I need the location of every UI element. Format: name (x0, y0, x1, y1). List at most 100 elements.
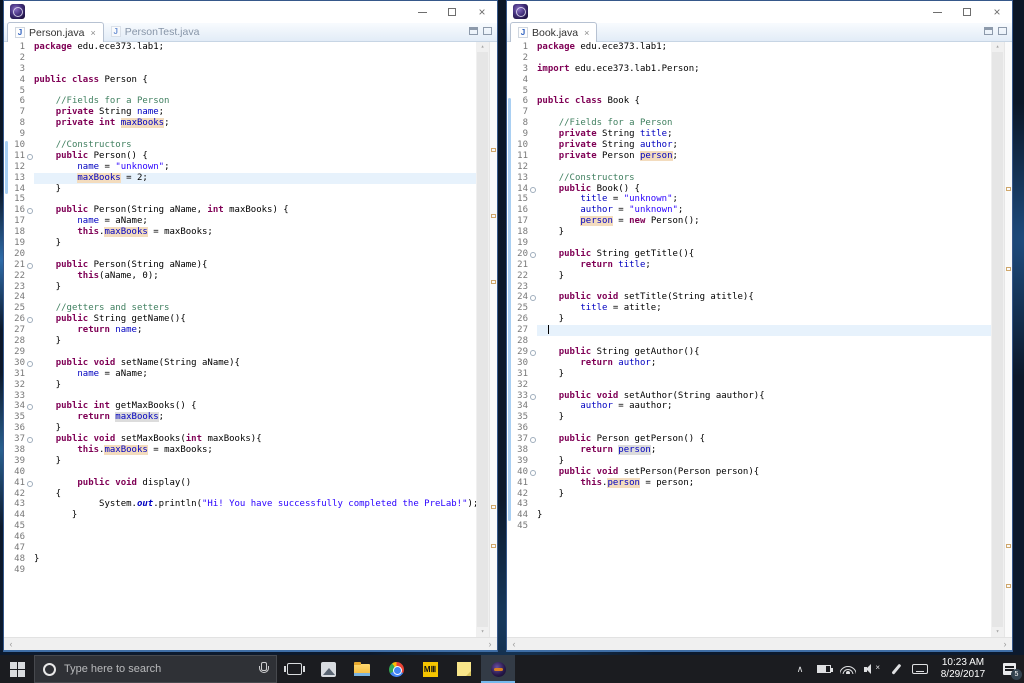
photos-app-button[interactable] (311, 655, 345, 683)
scroll-left-arrow[interactable]: ‹ (5, 638, 17, 651)
occurrence-mark[interactable] (1006, 187, 1011, 191)
matlab-button[interactable]: MⅢ (413, 655, 447, 683)
code-line[interactable]: 42 } (507, 489, 991, 500)
fold-marker-icon[interactable] (25, 314, 34, 325)
code-line[interactable]: 9 private String title; (507, 129, 991, 140)
vertical-scrollbar[interactable]: ▴ ▾ (476, 42, 489, 637)
code-line[interactable]: 28 (507, 336, 991, 347)
code-line[interactable]: 5 (4, 86, 476, 97)
code-line[interactable]: 6 //Fields for a Person (4, 96, 476, 107)
scroll-down-arrow[interactable]: ▾ (476, 627, 489, 637)
code-line[interactable]: 43 System.out.println("Hi! You have succ… (4, 499, 476, 510)
code-line[interactable]: 23 } (4, 282, 476, 293)
code-line[interactable]: 5 (507, 86, 991, 97)
titlebar[interactable]: × (4, 1, 497, 23)
code-line[interactable]: 39 } (4, 456, 476, 467)
chrome-button[interactable] (379, 655, 413, 683)
action-center-button[interactable]: 5 (994, 655, 1024, 683)
code-line[interactable]: 12 name = "unknown"; (4, 162, 476, 173)
close-button[interactable]: × (467, 1, 497, 23)
code-line[interactable]: 18 this.maxBooks = maxBooks; (4, 227, 476, 238)
minimize-button[interactable] (407, 1, 437, 23)
task-view-button[interactable] (277, 655, 311, 683)
code-line[interactable]: 34 public int getMaxBooks() { (4, 401, 476, 412)
code-line[interactable]: 44 } (4, 510, 476, 521)
code-line[interactable]: 49 (4, 565, 476, 576)
minimize-view-icon[interactable] (469, 27, 478, 35)
fold-marker-icon[interactable] (25, 205, 34, 216)
scrollbar-thumb[interactable] (477, 52, 488, 627)
fold-marker-icon[interactable] (25, 434, 34, 445)
vertical-scrollbar[interactable]: ▴ ▾ (991, 42, 1004, 637)
touch-keyboard-button[interactable] (908, 655, 932, 683)
code-line[interactable]: 6public class Book { (507, 96, 991, 107)
maximize-view-icon[interactable] (483, 27, 492, 35)
occurrence-mark[interactable] (491, 280, 496, 284)
minimize-button[interactable] (922, 1, 952, 23)
volume-button[interactable]: × (860, 655, 884, 683)
code-line[interactable]: 17 name = aName; (4, 216, 476, 227)
code-line[interactable]: 39 } (507, 456, 991, 467)
code-editor-person[interactable]: 1package edu.ece373.lab1;234public class… (4, 42, 497, 637)
code-line[interactable]: 4 (507, 75, 991, 86)
file-explorer-button[interactable] (345, 655, 379, 683)
code-line[interactable]: 26 } (507, 314, 991, 325)
code-line[interactable]: 12 (507, 162, 991, 173)
code-line[interactable]: 29 public String getAuthor(){ (507, 347, 991, 358)
sticky-notes-button[interactable] (447, 655, 481, 683)
occurrence-mark[interactable] (1006, 267, 1011, 271)
code-line[interactable]: 32 } (4, 380, 476, 391)
code-line[interactable]: 21 public Person(String aName){ (4, 260, 476, 271)
horizontal-scrollbar[interactable]: ‹ › (4, 637, 497, 650)
code-line[interactable]: 38 return person; (507, 445, 991, 456)
code-line[interactable]: 21 return title; (507, 260, 991, 271)
code-line[interactable]: 25 title = atitle; (507, 303, 991, 314)
microphone-icon[interactable] (258, 662, 268, 676)
code-line[interactable]: 38 this.maxBooks = maxBooks; (4, 445, 476, 456)
code-line[interactable]: 24 (4, 292, 476, 303)
code-line[interactable]: 8 private int maxBooks; (4, 118, 476, 129)
code-line[interactable]: 29 (4, 347, 476, 358)
code-line[interactable]: 37 public void setMaxBooks(int maxBooks)… (4, 434, 476, 445)
fold-marker-icon[interactable] (528, 347, 537, 358)
scroll-up-arrow[interactable]: ▴ (991, 42, 1004, 52)
code-line[interactable]: 15 (4, 194, 476, 205)
scroll-left-arrow[interactable]: ‹ (508, 638, 520, 651)
occurrence-mark[interactable] (491, 544, 496, 548)
code-line[interactable]: 28 } (4, 336, 476, 347)
code-line[interactable]: 45 (4, 521, 476, 532)
code-line[interactable]: 16 public Person(String aName, int maxBo… (4, 205, 476, 216)
editor-tab-person.java[interactable]: JPerson.java× (7, 22, 104, 42)
overview-ruler[interactable] (489, 42, 497, 637)
fold-marker-icon[interactable] (528, 292, 537, 303)
search-box[interactable]: Type here to search (34, 655, 277, 683)
fold-marker-icon[interactable] (528, 467, 537, 478)
maximize-button[interactable] (437, 1, 467, 23)
occurrence-mark[interactable] (491, 214, 496, 218)
code-line[interactable]: 26 public String getName(){ (4, 314, 476, 325)
code-line[interactable]: 17 person = new Person(); (507, 216, 991, 227)
code-line[interactable]: 27 (507, 325, 991, 336)
occurrence-mark[interactable] (1006, 584, 1011, 588)
code-line[interactable]: 37 public Person getPerson() { (507, 434, 991, 445)
fold-marker-icon[interactable] (528, 434, 537, 445)
scroll-down-arrow[interactable]: ▾ (991, 627, 1004, 637)
code-line[interactable]: 2 (507, 53, 991, 64)
code-line[interactable]: 47 (4, 543, 476, 554)
code-line[interactable]: 32 (507, 380, 991, 391)
code-line[interactable]: 11 private Person person; (507, 151, 991, 162)
minimize-view-icon[interactable] (984, 27, 993, 35)
windows-ink-button[interactable] (884, 655, 908, 683)
code-line[interactable]: 36 } (4, 423, 476, 434)
code-line[interactable]: 9 (4, 129, 476, 140)
network-button[interactable] (836, 655, 860, 683)
occurrence-mark[interactable] (491, 505, 496, 509)
code-line[interactable]: 34 author = aauthor; (507, 401, 991, 412)
code-line[interactable]: 16 author = "unknown"; (507, 205, 991, 216)
code-line[interactable]: 31 name = aName; (4, 369, 476, 380)
code-line[interactable]: 48} (4, 554, 476, 565)
code-line[interactable]: 25 //getters and setters (4, 303, 476, 314)
code-line[interactable]: 35 } (507, 412, 991, 423)
fold-marker-icon[interactable] (25, 151, 34, 162)
fold-marker-icon[interactable] (25, 401, 34, 412)
